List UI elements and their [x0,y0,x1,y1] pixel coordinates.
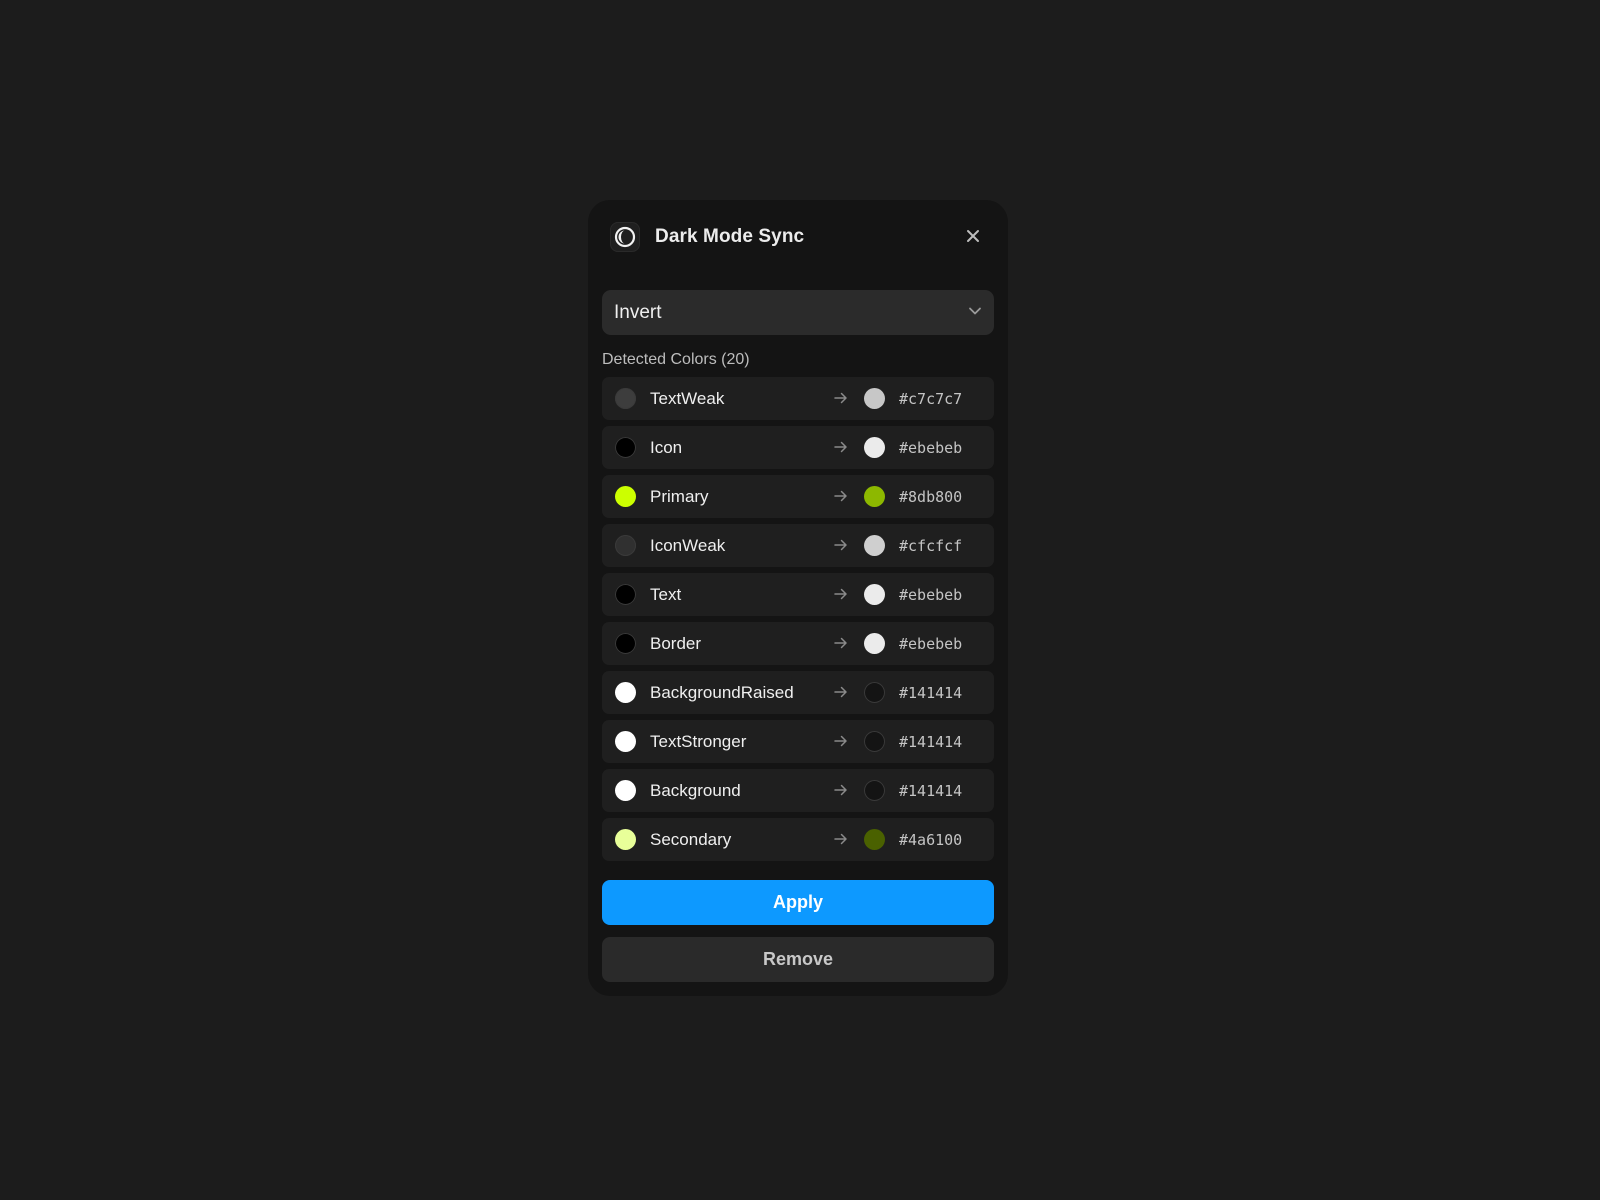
color-mapping-row[interactable]: Secondary #4a6100 [602,818,994,861]
color-token-name: Primary [650,487,709,506]
color-mapping-list: TextWeak #c7c7c7 Icon #ebebeb Primary #8db800… [602,377,994,867]
arrow-right-icon [834,784,847,796]
target-color-swatch [864,486,885,507]
color-token-name: Icon [650,438,683,457]
color-token-name: Border [650,634,702,653]
source-color-swatch [615,486,636,507]
half-moon-contrast-icon [610,222,640,252]
source-color-swatch [615,584,636,605]
source-color-swatch [615,633,636,654]
target-color-swatch [864,829,885,850]
target-color-swatch [864,731,885,752]
source-color-swatch [615,682,636,703]
color-token-name: TextWeak [650,389,725,408]
panel-title: Dark Mode Sync [655,226,805,247]
plugin-panel: Dark Mode Sync Invert Detected Colors (2… [588,200,1008,996]
target-color-swatch [864,437,885,458]
source-color-swatch [615,780,636,801]
color-token-name: Secondary [650,830,732,849]
arrow-right-icon [834,833,847,845]
color-token-name: Text [650,585,682,604]
target-hex-value: #ebebeb [899,586,963,604]
source-color-swatch [615,535,636,556]
target-hex-value: #ebebeb [899,439,963,457]
target-color-swatch [864,780,885,801]
target-hex-value: #8db800 [899,488,963,506]
target-hex-value: #141414 [899,684,963,702]
target-hex-value: #ebebeb [899,635,963,653]
source-color-swatch [615,731,636,752]
color-mapping-row[interactable]: TextStronger #141414 [602,720,994,763]
mode-select-value: Invert [614,302,662,323]
arrow-right-icon [834,490,847,502]
source-color-swatch [615,388,636,409]
mode-select[interactable]: Invert [602,290,994,335]
source-color-swatch [615,437,636,458]
color-mapping-row[interactable]: Background #141414 [602,769,994,812]
arrow-right-icon [834,735,847,747]
color-mapping-row[interactable]: Text #ebebeb [602,573,994,616]
chevron-down-icon [969,307,981,315]
arrow-right-icon [834,588,847,600]
arrow-right-icon [834,441,847,453]
color-token-name: BackgroundRaised [650,683,794,702]
target-color-swatch [864,682,885,703]
color-token-name: Background [650,781,741,800]
color-mapping-row[interactable]: Icon #ebebeb [602,426,994,469]
remove-button[interactable]: Remove [602,937,994,982]
target-color-swatch [864,388,885,409]
color-token-name: TextStronger [650,732,747,751]
arrow-right-icon [834,686,847,698]
apply-button[interactable]: Apply [602,880,994,925]
close-icon [967,230,979,242]
arrow-right-icon [834,539,847,551]
close-button[interactable] [960,223,986,249]
panel-header: Dark Mode Sync [588,200,1008,274]
target-hex-value: #141414 [899,782,963,800]
arrow-right-icon [834,392,847,404]
color-mapping-row[interactable]: Primary #8db800 [602,475,994,518]
color-mapping-row[interactable]: Border #ebebeb [602,622,994,665]
target-color-swatch [864,633,885,654]
detected-colors-label: Detected Colors (20) [602,351,750,368]
color-mapping-row[interactable]: BackgroundRaised #141414 [602,671,994,714]
target-hex-value: #4a6100 [899,831,963,849]
target-color-swatch [864,535,885,556]
color-token-name: IconWeak [650,536,726,555]
target-hex-value: #cfcfcf [899,537,963,555]
color-mapping-row[interactable]: TextWeak #c7c7c7 [602,377,994,420]
source-color-swatch [615,829,636,850]
target-hex-value: #c7c7c7 [899,390,963,408]
target-hex-value: #141414 [899,733,963,751]
color-mapping-row[interactable]: IconWeak #cfcfcf [602,524,994,567]
target-color-swatch [864,584,885,605]
arrow-right-icon [834,637,847,649]
